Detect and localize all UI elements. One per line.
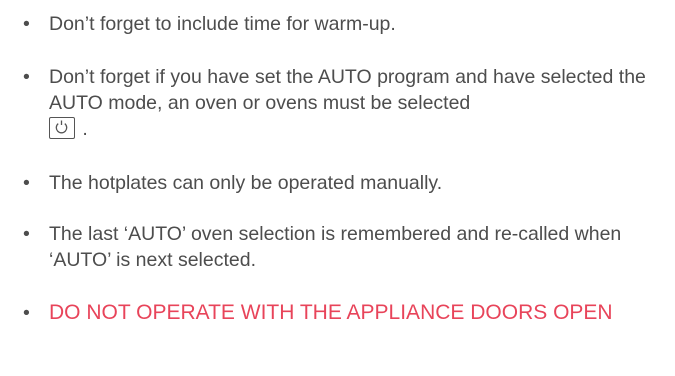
list-item-text: Don’t forget to include time for warm-up… xyxy=(49,13,396,35)
list-item-hotplates: • The hotplates can only be operated man… xyxy=(23,170,669,196)
power-icon xyxy=(49,117,75,139)
list-item-warning: • DO NOT OPERATE WITH THE APPLIANCE DOOR… xyxy=(23,300,669,326)
list-item-auto-selection: • The last ‘AUTO’ oven selection is reme… xyxy=(23,221,669,273)
list-item-text-main: Don’t forget if you have set the AUTO pr… xyxy=(49,66,646,114)
bullet: • xyxy=(23,302,30,324)
bullet: • xyxy=(23,13,30,35)
list-item-suffix: . xyxy=(82,118,88,140)
list-item-text: The last ‘AUTO’ oven selection is rememb… xyxy=(49,223,622,271)
bullet: • xyxy=(23,223,30,245)
list-item-text: Don’t forget if you have set the AUTO pr… xyxy=(49,64,669,142)
bullet: • xyxy=(23,66,30,88)
warning-text: DO NOT OPERATE WITH THE APPLIANCE DOORS … xyxy=(49,301,613,324)
bullet: • xyxy=(23,172,30,194)
list-item-auto-program: • Don’t forget if you have set the AUTO … xyxy=(23,64,669,142)
list-item-text: The hotplates can only be operated manua… xyxy=(49,172,443,194)
list-item-warmup: • Don’t forget to include time for warm-… xyxy=(23,11,669,37)
